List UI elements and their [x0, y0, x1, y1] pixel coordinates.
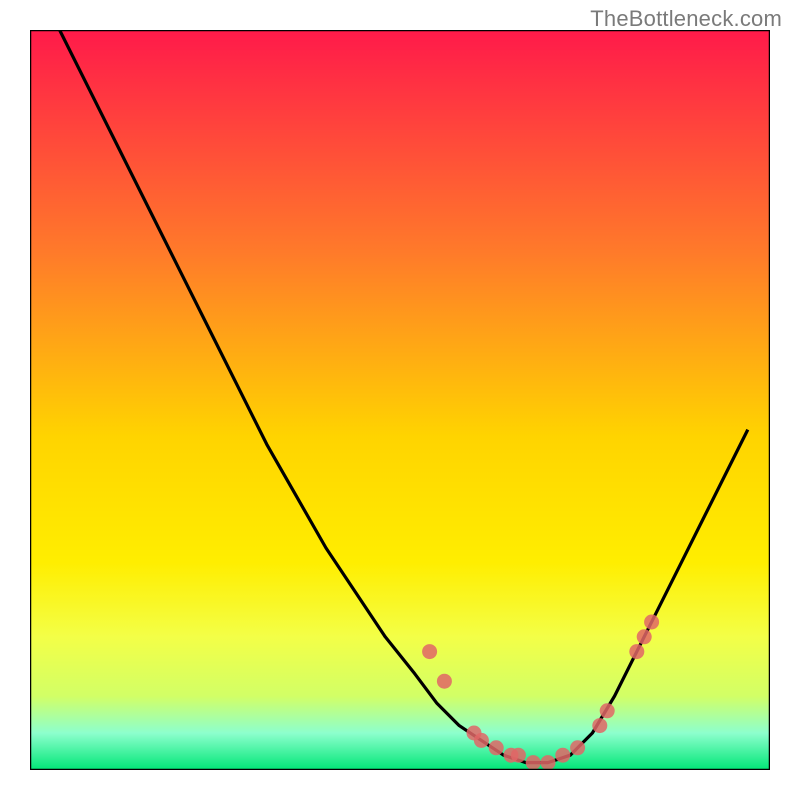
sample-point — [511, 748, 526, 763]
sample-point — [629, 644, 644, 659]
sample-point — [570, 740, 585, 755]
sample-point — [600, 703, 615, 718]
sample-point — [592, 718, 607, 733]
sample-point — [422, 644, 437, 659]
bottleneck-chart — [30, 30, 770, 770]
sample-point — [555, 748, 570, 763]
sample-point — [637, 629, 652, 644]
sample-point — [489, 740, 504, 755]
gradient-background — [30, 30, 770, 770]
watermark-text: TheBottleneck.com — [590, 6, 782, 32]
sample-point — [437, 674, 452, 689]
sample-point — [474, 733, 489, 748]
sample-point — [526, 755, 541, 770]
sample-point — [644, 615, 659, 630]
sample-point — [541, 755, 556, 770]
